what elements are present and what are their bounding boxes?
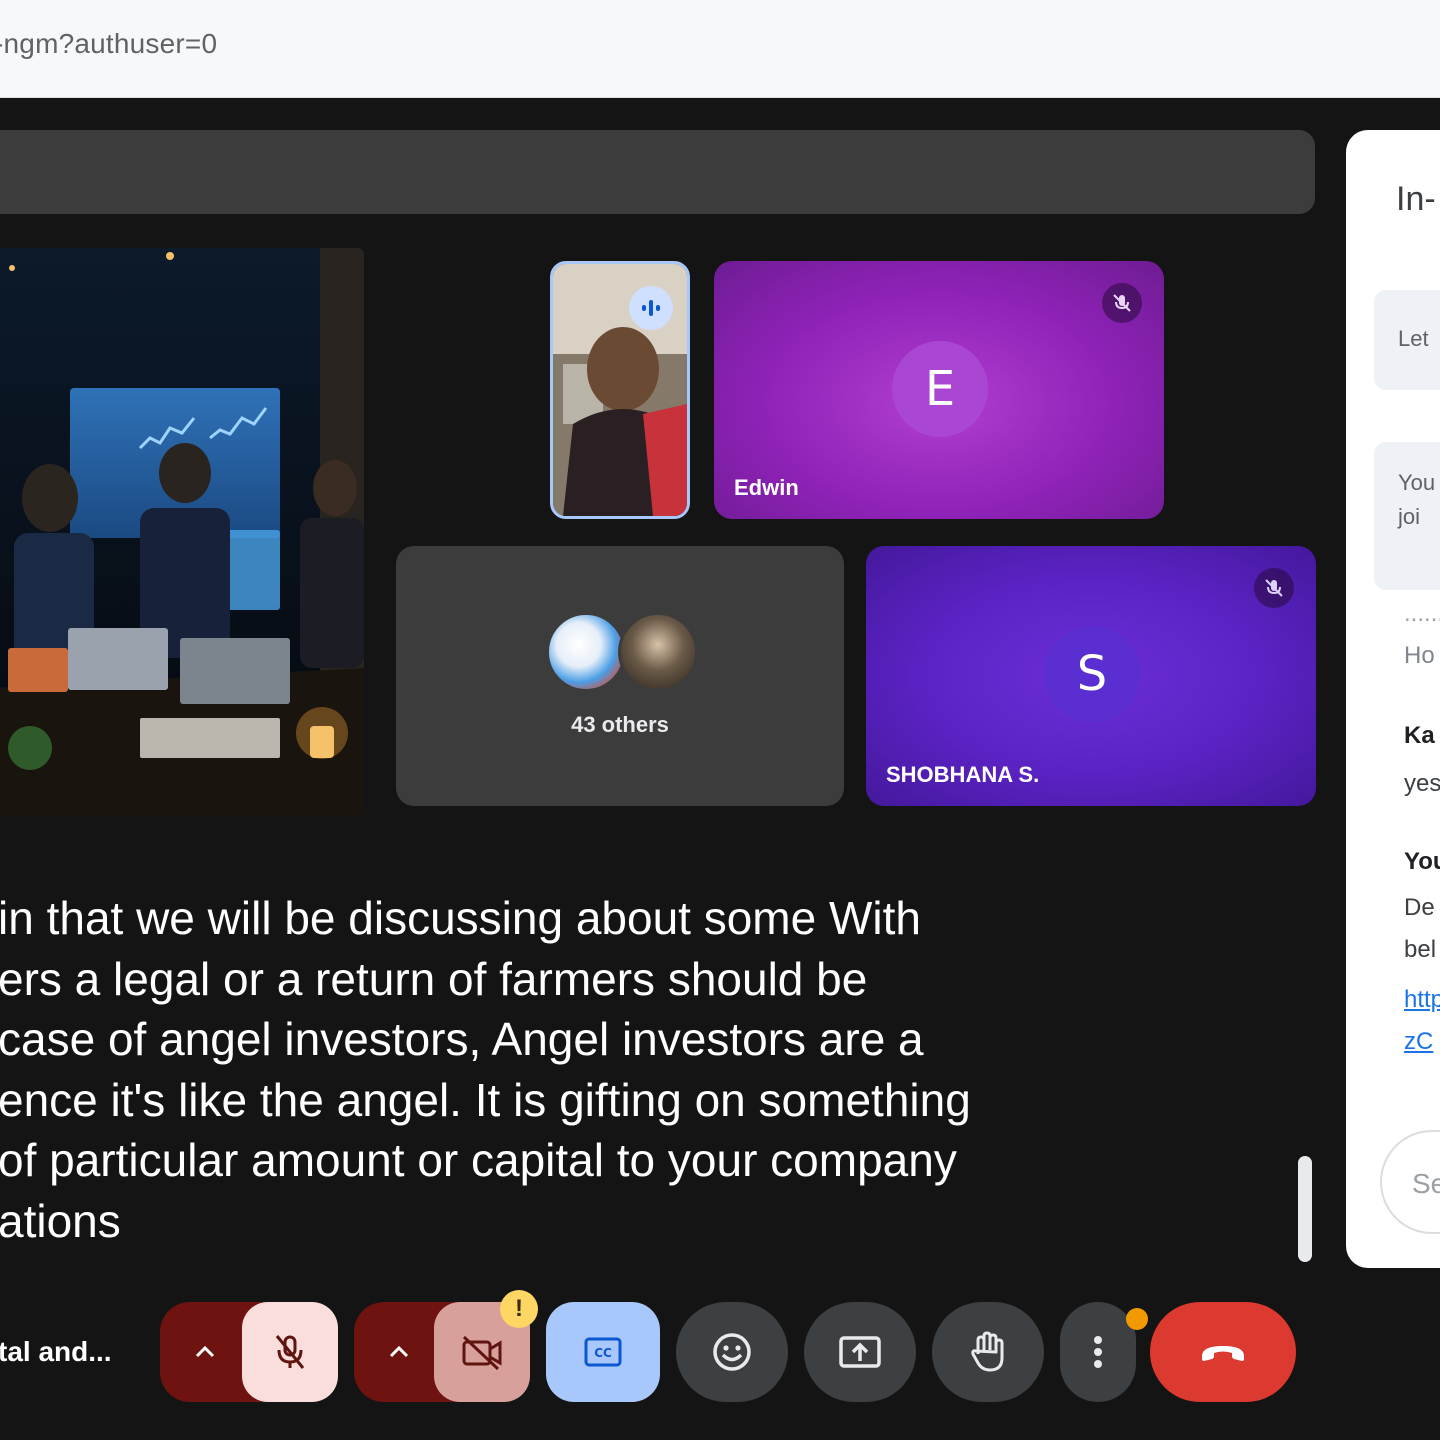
caption-line: ers a legal or a return of farmers shoul…: [0, 952, 868, 1005]
chat-sender: Ka: [1404, 722, 1435, 749]
info-card-text: You: [1398, 470, 1436, 495]
mic-off-icon: [275, 1335, 305, 1369]
reactions-button[interactable]: [676, 1302, 788, 1402]
hand-icon: [971, 1331, 1004, 1372]
others-tile[interactable]: 43 others: [396, 546, 844, 806]
present-screen-icon: [839, 1336, 881, 1368]
participant-tile-shobhana[interactable]: S SHOBHANA S.: [866, 546, 1316, 806]
more-options-button[interactable]: [1060, 1302, 1148, 1402]
speaking-indicator-icon: [629, 286, 673, 330]
caption-line: ence it's like the angel. It is gifting …: [0, 1073, 971, 1126]
control-bar: tal and... ! CC: [0, 1290, 1440, 1408]
participant-name: SHOBHANA S.: [886, 762, 1040, 787]
chat-side-panel: In- Let You joi ...... Ho Ka yes You De …: [1346, 130, 1440, 1268]
info-card-text: Let: [1398, 326, 1429, 351]
caption-line: ations: [0, 1194, 121, 1247]
panel-title: In-: [1396, 180, 1436, 218]
mic-toggle-button[interactable]: [242, 1302, 338, 1402]
raise-hand-button[interactable]: [932, 1302, 1044, 1402]
others-avatars: [546, 612, 706, 696]
emoji-icon: [713, 1333, 751, 1371]
camera-toggle-button[interactable]: !: [434, 1290, 538, 1402]
camera-options-button[interactable]: [354, 1302, 444, 1402]
chevron-up-icon: [195, 1345, 215, 1358]
presentation-image: [0, 248, 364, 816]
mic-off-icon: [1254, 568, 1294, 608]
browser-address-bar[interactable]: -ngm?authuser=0: [0, 0, 1440, 98]
caption-line: case of angel investors, Angel investors…: [0, 1013, 924, 1065]
caption-line: in that we will be discussing about some…: [0, 892, 921, 944]
participant-tile-edwin[interactable]: E Edwin: [714, 261, 1164, 519]
avatar: E: [892, 341, 988, 437]
live-captions: in that we will be discussing about some…: [0, 888, 1038, 1251]
truncation-dots: ......: [1404, 600, 1440, 627]
leave-call-button[interactable]: [1150, 1302, 1296, 1402]
mic-off-icon: [1102, 283, 1142, 323]
chat-link[interactable]: http: [1404, 986, 1440, 1014]
chat-sender: You: [1404, 848, 1440, 875]
more-vert-icon: [1094, 1336, 1102, 1368]
camera-control-group: !: [354, 1290, 538, 1402]
participant-name: Edwin: [734, 475, 799, 500]
closed-captions-icon: CC: [584, 1337, 622, 1367]
chevron-up-icon: [389, 1345, 409, 1358]
chat-message: bel: [1404, 936, 1437, 963]
meeting-title[interactable]: tal and...: [0, 1336, 112, 1368]
avatar: [618, 612, 698, 692]
captions-scrollbar[interactable]: [1298, 1156, 1312, 1262]
others-count: 43 others: [571, 712, 669, 737]
mic-control-group: [160, 1302, 338, 1402]
svg-text:CC: CC: [594, 1346, 612, 1360]
present-button[interactable]: [804, 1302, 916, 1402]
chat-message: De: [1404, 894, 1435, 921]
caption-line: of particular amount or capital to your …: [0, 1134, 957, 1186]
warning-badge: !: [500, 1290, 538, 1328]
self-video-tile[interactable]: [550, 261, 690, 519]
chat-message: yes: [1404, 770, 1440, 797]
url-text: -ngm?authuser=0: [0, 28, 218, 59]
hang-up-icon: [1202, 1346, 1244, 1361]
info-card: Let: [1374, 290, 1440, 390]
chat-input[interactable]: Se: [1380, 1130, 1440, 1234]
chat-link[interactable]: zC: [1404, 1028, 1433, 1056]
meeting-stage: E Edwin 43 others S SHOBHANA S. in that …: [0, 98, 1440, 1440]
info-card-text: joi: [1398, 504, 1421, 529]
camera-off-icon: [462, 1335, 502, 1370]
captions-button[interactable]: CC: [546, 1302, 660, 1402]
chat-input-placeholder: Se: [1412, 1168, 1440, 1199]
info-card: You joi: [1374, 442, 1440, 590]
avatar: S: [1044, 626, 1140, 722]
notification-dot: [1126, 1308, 1148, 1330]
meeting-header-strip: [0, 130, 1315, 214]
avatar: [546, 612, 626, 692]
chat-message: Ho: [1404, 642, 1435, 669]
mic-options-button[interactable]: [160, 1302, 250, 1402]
